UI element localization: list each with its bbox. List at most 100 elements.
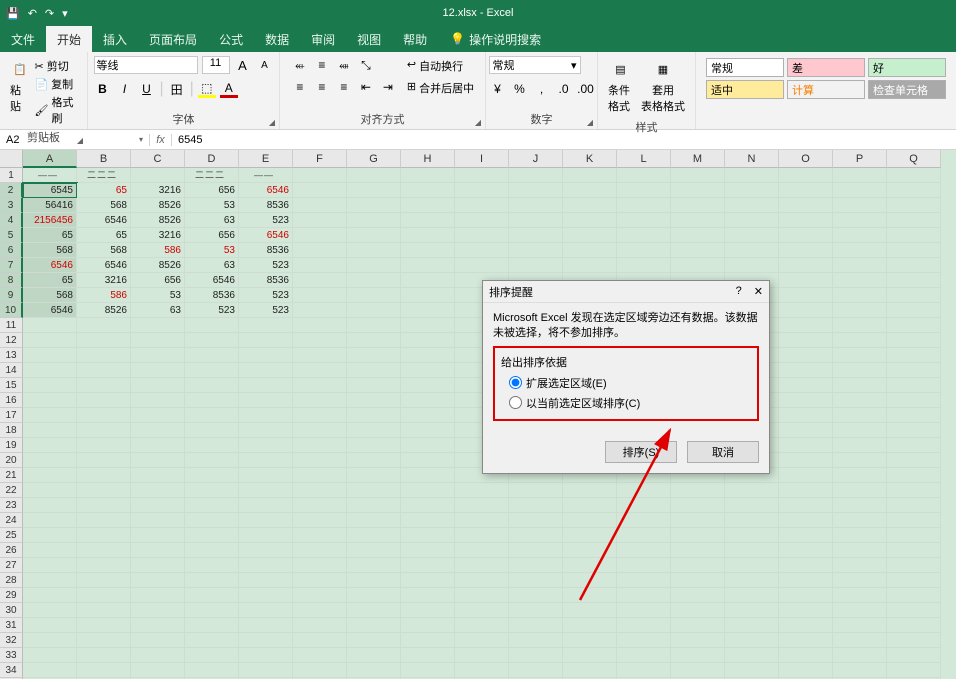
cell[interactable]: [347, 528, 401, 543]
cell[interactable]: [401, 333, 455, 348]
save-icon[interactable]: 💾: [6, 7, 20, 20]
column-header-I[interactable]: I: [455, 150, 509, 168]
cell[interactable]: [239, 543, 293, 558]
cell[interactable]: [509, 543, 563, 558]
cell[interactable]: [887, 273, 941, 288]
cell[interactable]: [239, 453, 293, 468]
cell[interactable]: [509, 618, 563, 633]
cell[interactable]: 3216: [77, 273, 131, 288]
cell[interactable]: 523: [239, 288, 293, 303]
cell[interactable]: [455, 543, 509, 558]
cell[interactable]: [887, 363, 941, 378]
cell[interactable]: [347, 543, 401, 558]
cell[interactable]: [671, 663, 725, 678]
cell[interactable]: [509, 228, 563, 243]
cell[interactable]: [509, 633, 563, 648]
column-header-K[interactable]: K: [563, 150, 617, 168]
cell[interactable]: [779, 378, 833, 393]
cell[interactable]: 8536: [185, 288, 239, 303]
cell[interactable]: [185, 648, 239, 663]
font-name-select[interactable]: 等线: [94, 56, 198, 74]
cell[interactable]: [347, 183, 401, 198]
cell[interactable]: [455, 183, 509, 198]
tab-开始[interactable]: 开始: [46, 26, 92, 52]
cell[interactable]: [887, 378, 941, 393]
align-bottom-icon[interactable]: ⬵: [335, 56, 353, 74]
cell[interactable]: [77, 333, 131, 348]
cell[interactable]: [779, 618, 833, 633]
cell[interactable]: 6546: [77, 213, 131, 228]
cell[interactable]: [131, 573, 185, 588]
cell[interactable]: [617, 663, 671, 678]
cell[interactable]: [239, 393, 293, 408]
cell[interactable]: [617, 588, 671, 603]
cell[interactable]: [887, 603, 941, 618]
cell[interactable]: [131, 363, 185, 378]
cell[interactable]: [293, 348, 347, 363]
comma-icon[interactable]: ,: [533, 80, 551, 98]
style-check-cell[interactable]: 检查单元格: [868, 80, 946, 99]
cell[interactable]: 6546: [77, 258, 131, 273]
cell[interactable]: [77, 378, 131, 393]
cell[interactable]: [401, 303, 455, 318]
cell[interactable]: [617, 543, 671, 558]
cell[interactable]: [887, 318, 941, 333]
cell[interactable]: [779, 513, 833, 528]
cell[interactable]: [779, 438, 833, 453]
cell[interactable]: [185, 468, 239, 483]
cell[interactable]: [77, 603, 131, 618]
row-header-22[interactable]: 22: [0, 483, 23, 498]
cell[interactable]: [509, 573, 563, 588]
cell[interactable]: [401, 588, 455, 603]
row-header-25[interactable]: 25: [0, 528, 23, 543]
cell[interactable]: [887, 468, 941, 483]
cell[interactable]: [779, 288, 833, 303]
cell[interactable]: [617, 558, 671, 573]
column-header-A[interactable]: A: [23, 150, 77, 168]
style-neutral[interactable]: 适中: [706, 80, 784, 99]
cell[interactable]: [617, 498, 671, 513]
cell[interactable]: [833, 513, 887, 528]
cell[interactable]: [239, 528, 293, 543]
cell[interactable]: [833, 468, 887, 483]
cell[interactable]: [833, 228, 887, 243]
cell[interactable]: [293, 513, 347, 528]
cell[interactable]: [887, 573, 941, 588]
cell[interactable]: [671, 633, 725, 648]
cell[interactable]: [563, 228, 617, 243]
cell[interactable]: [185, 513, 239, 528]
cell[interactable]: [671, 168, 725, 183]
cell[interactable]: [77, 348, 131, 363]
cell[interactable]: 65: [23, 228, 77, 243]
cell[interactable]: [401, 213, 455, 228]
cell[interactable]: [455, 588, 509, 603]
cell[interactable]: 6545: [23, 183, 77, 198]
cell[interactable]: [293, 408, 347, 423]
cell[interactable]: [401, 633, 455, 648]
cell[interactable]: [131, 648, 185, 663]
cell[interactable]: [239, 648, 293, 663]
cell[interactable]: [401, 348, 455, 363]
cell[interactable]: [131, 618, 185, 633]
cell[interactable]: [887, 408, 941, 423]
cell[interactable]: [671, 543, 725, 558]
cell[interactable]: 8536: [239, 273, 293, 288]
cell[interactable]: [833, 258, 887, 273]
cell[interactable]: [833, 378, 887, 393]
align-top-icon[interactable]: ⬴: [291, 56, 309, 74]
cell[interactable]: [725, 633, 779, 648]
cell[interactable]: [455, 528, 509, 543]
cell[interactable]: [23, 378, 77, 393]
cell[interactable]: [455, 648, 509, 663]
cell[interactable]: [347, 213, 401, 228]
cell[interactable]: [347, 168, 401, 183]
align-middle-icon[interactable]: ≡: [313, 56, 331, 74]
cell[interactable]: [725, 528, 779, 543]
cell[interactable]: [725, 498, 779, 513]
cell[interactable]: [23, 363, 77, 378]
cell[interactable]: 6546: [185, 273, 239, 288]
row-header-30[interactable]: 30: [0, 603, 23, 618]
cell[interactable]: [131, 453, 185, 468]
cell[interactable]: [725, 573, 779, 588]
cell[interactable]: [401, 243, 455, 258]
